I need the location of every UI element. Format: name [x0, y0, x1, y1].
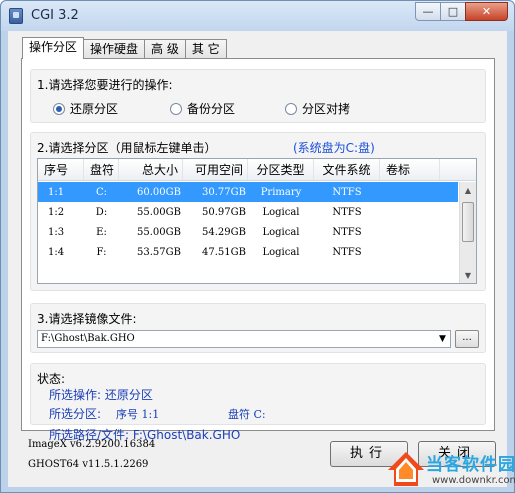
table-row[interactable]: 1:3 E: 55.00GB 54.29GB Logical NTFS — [38, 222, 458, 242]
tab-other[interactable]: 其 它 — [184, 39, 227, 59]
table-body: 1:1 C: 60.00GB 30.77GB Primary NTFS 1:2 … — [38, 182, 458, 262]
tab-panel: 1.请选择您要进行的操作: 还原分区 备份分区 分区对拷 2.请选择分区（用鼠标… — [21, 58, 495, 442]
cell-total: 60.00GB — [137, 186, 181, 198]
operation-label: 1.请选择您要进行的操作: — [37, 78, 173, 92]
cell-type: Logical — [262, 206, 300, 218]
system-note: (系统盘为C:盘) — [293, 141, 375, 155]
radio-dot[interactable] — [285, 102, 297, 115]
maximize-button[interactable]: □ — [440, 2, 466, 21]
cell-drive: F: — [96, 246, 107, 258]
cell-fs: NTFS — [332, 246, 362, 258]
partition-label: 2.请选择分区（用鼠标左键单击） — [37, 141, 217, 155]
watermark: 当客软件园 www.downkr.com — [386, 448, 515, 493]
minimize-button[interactable]: — — [415, 2, 441, 21]
cell-drive: E: — [96, 226, 107, 238]
partition-table: 序号 盘符 总大小 可用空间 分区类型 文件系统 卷标 1:1 C: 60.00… — [37, 158, 477, 284]
cell-free: 54.29GB — [202, 226, 246, 238]
scroll-up-icon[interactable]: ▲ — [460, 182, 476, 198]
status-partition-num: 序号 1:1 — [116, 408, 160, 421]
window-title: CGI 3.2 — [31, 8, 79, 23]
tab-operate-disk[interactable]: 操作硬盘 — [83, 39, 146, 59]
cell-free: 50.97GB — [202, 206, 246, 218]
radio-dot[interactable] — [170, 102, 182, 115]
imagex-version: ImageX v6.2.9200.16384 — [28, 439, 156, 450]
image-file-select[interactable]: F:\Ghost\Bak.GHO ▼ — [37, 330, 451, 348]
radio-label: 还原分区 — [70, 102, 119, 116]
image-file-value: F:\Ghost\Bak.GHO — [41, 333, 135, 344]
tab-advanced[interactable]: 高 级 — [144, 39, 186, 59]
image-file-group: 3.请选择镜像文件: F:\Ghost\Bak.GHO ▼ ... — [30, 303, 486, 353]
table-scrollbar[interactable]: ▲ ▼ — [459, 182, 476, 283]
col-header[interactable]: 分区类型 — [248, 159, 314, 180]
close-window-button[interactable]: ✕ — [465, 2, 508, 21]
cell-num: 1:3 — [48, 226, 65, 238]
watermark-url: www.downkr.com — [432, 475, 515, 486]
main-window: CGI 3.2 — □ ✕ 操作分区 操作硬盘 高 级 其 它 1.请选择您要进… — [0, 0, 515, 493]
client-area: 操作分区 操作硬盘 高 级 其 它 1.请选择您要进行的操作: 还原分区 备份分… — [8, 31, 507, 487]
cell-fs: NTFS — [332, 186, 362, 198]
ghost-version: GHOST64 v11.5.1.2269 — [28, 459, 149, 470]
cell-fs: NTFS — [332, 226, 362, 238]
chevron-down-icon[interactable]: ▼ — [435, 331, 450, 347]
image-file-label: 3.请选择镜像文件: — [37, 312, 137, 326]
col-header[interactable]: 卷标 — [380, 159, 440, 180]
title-bar[interactable]: CGI 3.2 — □ ✕ — [1, 1, 514, 31]
partition-group: 2.请选择分区（用鼠标左键单击） (系统盘为C:盘) 序号 盘符 总大小 可用空… — [30, 132, 486, 291]
cell-drive: C: — [95, 186, 108, 198]
radio-dot[interactable] — [53, 102, 65, 115]
status-group: 状态: 所选操作: 还原分区 所选分区: 序号 1:1 盘符 C: 所选路径/文… — [30, 363, 486, 442]
watermark-name: 当客软件园 — [426, 455, 515, 475]
cell-fs: NTFS — [332, 206, 362, 218]
cell-free: 47.51GB — [202, 246, 246, 258]
cell-total: 55.00GB — [137, 226, 181, 238]
cell-num: 1:4 — [48, 246, 65, 258]
operation-group: 1.请选择您要进行的操作: 还原分区 备份分区 分区对拷 — [30, 69, 486, 123]
cell-drive: D: — [95, 206, 108, 218]
tab-operate-partition[interactable]: 操作分区 — [22, 37, 85, 59]
col-header[interactable]: 可用空间 — [183, 159, 248, 180]
radio-restore[interactable]: 还原分区 — [53, 100, 118, 117]
scroll-thumb[interactable] — [462, 202, 474, 242]
col-header[interactable]: 盘符 — [84, 159, 119, 180]
col-header[interactable]: 文件系统 — [314, 159, 380, 180]
browse-button[interactable]: ... — [455, 330, 479, 348]
status-partition-drive: 盘符 C: — [228, 408, 266, 421]
cell-free: 30.77GB — [202, 186, 246, 198]
cell-type: Primary — [260, 186, 302, 198]
table-row[interactable]: 1:1 C: 60.00GB 30.77GB Primary NTFS — [38, 182, 458, 202]
window-controls: — □ ✕ — [415, 2, 508, 21]
cell-total: 55.00GB — [137, 206, 181, 218]
radio-copy[interactable]: 分区对拷 — [285, 100, 350, 117]
scroll-down-icon[interactable]: ▼ — [460, 267, 476, 283]
radio-backup[interactable]: 备份分区 — [170, 100, 235, 117]
radio-label: 分区对拷 — [302, 102, 351, 116]
table-row[interactable]: 1:4 F: 53.57GB 47.51GB Logical NTFS — [38, 242, 458, 262]
col-header[interactable]: 序号 — [38, 159, 84, 180]
radio-label: 备份分区 — [187, 102, 236, 116]
cell-num: 1:1 — [48, 186, 65, 198]
house-logo-icon — [388, 452, 424, 486]
tab-strip: 操作分区 操作硬盘 高 级 其 它 — [22, 37, 227, 59]
table-header: 序号 盘符 总大小 可用空间 分区类型 文件系统 卷标 — [38, 159, 476, 181]
cell-total: 53.57GB — [137, 246, 181, 258]
cell-type: Logical — [262, 246, 300, 258]
cell-num: 1:2 — [48, 206, 65, 218]
table-row[interactable]: 1:2 D: 55.00GB 50.97GB Logical NTFS — [38, 202, 458, 222]
status-partition-prefix: 所选分区: — [49, 407, 102, 421]
app-icon — [9, 8, 23, 24]
status-label: 状态: — [37, 372, 66, 386]
col-header[interactable]: 总大小 — [119, 159, 183, 180]
cell-type: Logical — [262, 226, 300, 238]
status-operation: 所选操作: 还原分区 — [49, 388, 153, 402]
